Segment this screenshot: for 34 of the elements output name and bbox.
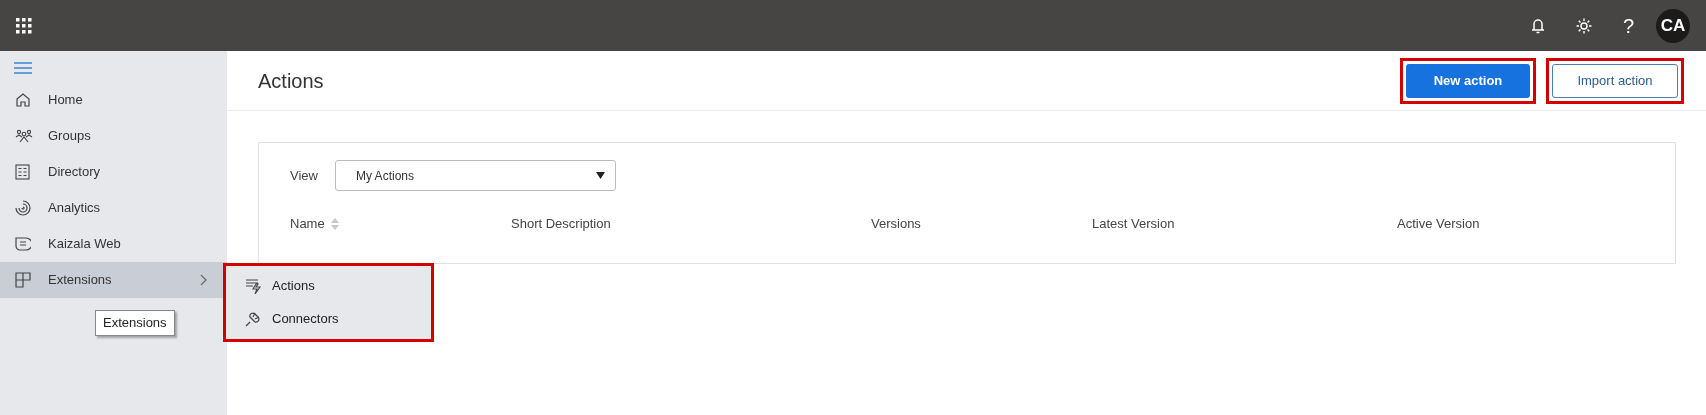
import-action-button[interactable]: Import action	[1552, 63, 1678, 98]
notification-bell-icon[interactable]	[1530, 17, 1545, 34]
new-action-button[interactable]: New action	[1406, 63, 1530, 98]
sidebar-item[interactable]: Home	[0, 82, 227, 118]
column-header: Latest Version	[1092, 215, 1175, 233]
sidebar-item[interactable]: Analytics	[0, 190, 227, 226]
list-lightning-icon	[245, 277, 263, 294]
column-header: Short Description	[511, 215, 611, 233]
settings-icon[interactable]	[1574, 16, 1593, 35]
column-header: Active Version	[1397, 215, 1480, 233]
column-header[interactable]: Name	[290, 214, 325, 234]
help-icon[interactable]: ?	[1622, 15, 1634, 36]
view-dropdown[interactable]: My Actions	[334, 160, 616, 191]
user-avatar[interactable]: CA	[1656, 8, 1690, 43]
chat-icon	[15, 236, 31, 252]
flyout-item[interactable]: Actions	[226, 269, 431, 302]
view-label: View	[290, 166, 318, 185]
people-icon	[15, 129, 33, 143]
sidebar-item[interactable]: Extensions	[0, 262, 227, 298]
page-title: Actions	[258, 68, 324, 94]
sidebar-item[interactable]: Groups	[0, 118, 227, 154]
sidebar-item[interactable]: Kaizala Web	[0, 226, 227, 262]
flyout-item[interactable]: Connectors	[226, 302, 431, 335]
chevron-right-icon	[200, 274, 207, 286]
analytics-icon	[15, 200, 31, 216]
tooltip: Extensions	[95, 310, 175, 336]
column-header: Versions	[871, 215, 921, 233]
directory-icon	[15, 164, 30, 180]
sidebar-item[interactable]: Directory	[0, 154, 227, 190]
dropdown-caret-icon	[595, 172, 605, 179]
home-icon	[15, 92, 31, 108]
plug-icon	[245, 310, 261, 327]
extensions-icon	[15, 272, 31, 288]
app-launcher-icon[interactable]	[16, 17, 32, 34]
